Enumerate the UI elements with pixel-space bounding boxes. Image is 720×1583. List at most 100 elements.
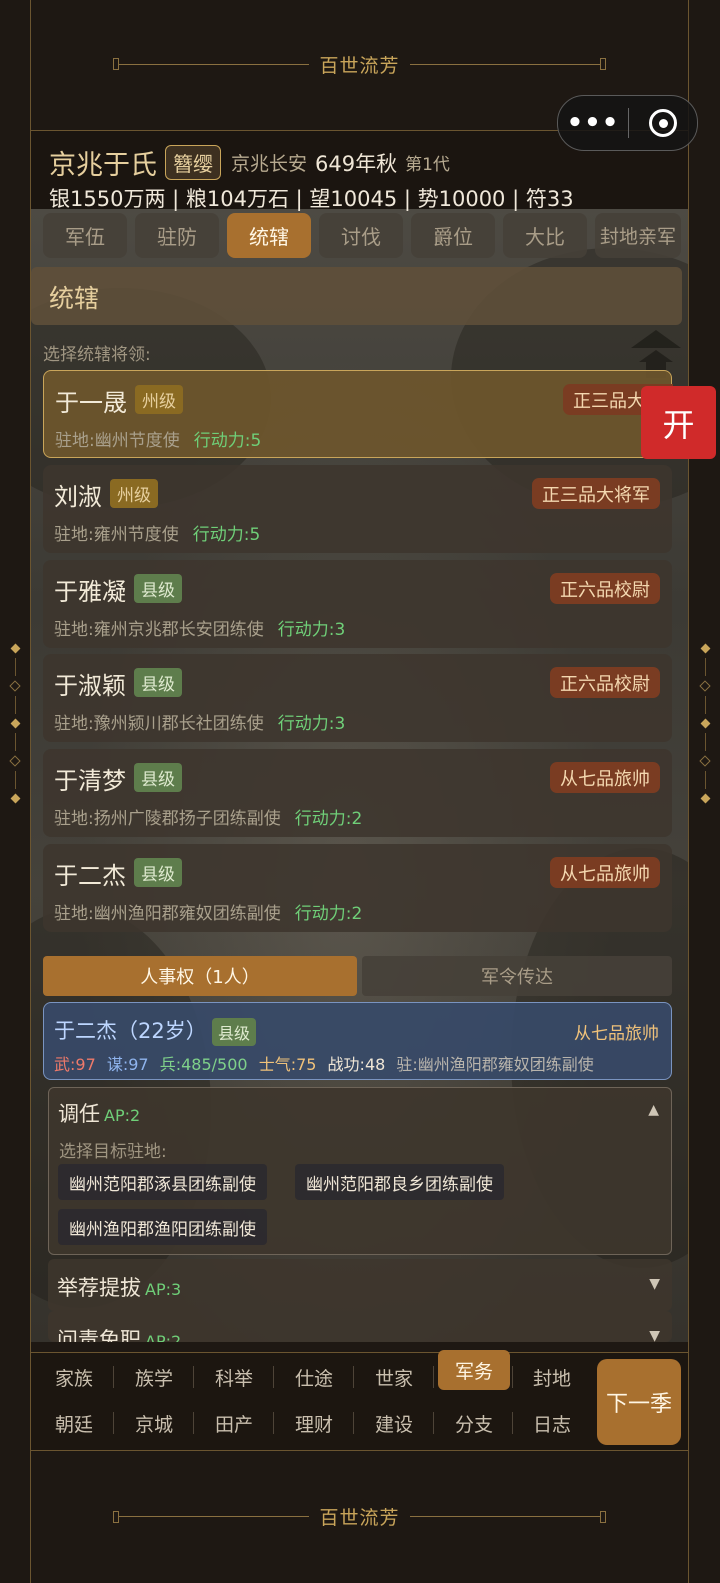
rank-tag: 正六品校尉 — [550, 667, 660, 698]
general-name: 于一晟 — [55, 389, 127, 417]
level-badge: 州级 — [135, 385, 183, 414]
stat-strategy: 谋:97 — [106, 1055, 149, 1074]
general-name: 刘淑 — [54, 483, 102, 511]
level-badge: 县级 — [134, 858, 182, 887]
general-ap: 行动力:3 — [277, 714, 346, 734]
rank-tag: 从七品旅帅 — [550, 762, 660, 793]
select-hint: 选择统辖将领: — [43, 345, 151, 365]
transfer-ap: AP:2 — [104, 1106, 141, 1125]
tab-nobility[interactable]: 爵位 — [411, 213, 495, 258]
banner-cap-icon — [599, 1510, 606, 1523]
banner-cap-icon — [599, 58, 606, 70]
tab-military-orders[interactable]: 军令传达 — [362, 956, 672, 996]
transfer-hint: 选择目标驻地: — [59, 1142, 167, 1162]
expand-arrow-icon[interactable]: ▼ — [649, 1276, 660, 1292]
bottom-nav: 家族 族学 科举 仕途 世家 军务 封地 朝廷 京城 田产 理财 建设 分支 日… — [31, 1350, 688, 1451]
general-ap: 行动力:3 — [277, 620, 346, 640]
general-card[interactable]: 于雅凝 县级 正六品校尉 驻地:雍州京兆郡长安团练使 行动力:3 — [43, 560, 672, 648]
level-badge: 县级 — [134, 763, 182, 792]
target-icon[interactable] — [629, 109, 697, 137]
recommend-title: 举荐提拔 — [57, 1276, 141, 1300]
rank-tag: 正三品大将军 — [532, 478, 660, 509]
banner-title: 百世流芳 — [319, 54, 400, 77]
nav-court[interactable]: 朝廷 — [34, 1403, 114, 1443]
frame-border-right — [688, 0, 689, 1583]
nav-military[interactable]: 军务 — [438, 1350, 510, 1390]
nav-estate[interactable]: 田产 — [194, 1403, 274, 1443]
nav-branches[interactable]: 分支 — [434, 1403, 514, 1443]
nav-finance[interactable]: 理财 — [274, 1403, 354, 1443]
nav-fief[interactable]: 封地 — [512, 1357, 592, 1397]
general-station: 驻地:雍州京兆郡长安团练使 — [54, 620, 264, 640]
tab-campaign[interactable]: 讨伐 — [319, 213, 403, 258]
tab-personnel[interactable]: 人事权（1人） — [43, 956, 357, 996]
general-card[interactable]: 刘淑 州级 正三品大将军 驻地:雍州节度使 行动力:5 — [43, 465, 672, 553]
stat-merit: 战功:48 — [327, 1055, 386, 1074]
military-tabs: 军伍 驻防 统辖 讨伐 爵位 大比 封地亲军 — [43, 213, 681, 258]
nav-career[interactable]: 仕途 — [274, 1357, 354, 1397]
level-badge: 县级 — [134, 668, 182, 697]
stat-morale: 士气:75 — [258, 1055, 317, 1074]
tab-fief-guard[interactable]: 封地亲军 — [595, 213, 681, 258]
nav-exam[interactable]: 科举 — [194, 1357, 274, 1397]
transfer-panel: 调任 AP:2 ▲ 选择目标驻地: 幽州范阳郡涿县团练副使 幽州范阳郡良乡团练副使… — [48, 1087, 672, 1255]
expand-arrow-icon[interactable]: ▼ — [649, 1328, 660, 1342]
officer-name: 于二杰（22岁） — [54, 1019, 207, 1043]
general-ap: 行动力:5 — [192, 525, 261, 545]
general-card[interactable]: 于一晟 州级 正三品大将 驻地:幽州节度使 行动力:5 — [43, 370, 673, 458]
general-name: 于雅凝 — [54, 578, 126, 606]
nav-family[interactable]: 家族 — [34, 1357, 114, 1397]
banner-title: 百世流芳 — [319, 1507, 400, 1529]
level-badge: 县级 — [134, 574, 182, 603]
tab-army[interactable]: 军伍 — [43, 213, 127, 258]
family-name: 京兆于氏 — [49, 150, 157, 181]
nav-log[interactable]: 日志 — [512, 1403, 592, 1443]
rank-tag: 从七品旅帅 — [550, 857, 660, 888]
family-location: 京兆长安 — [231, 153, 308, 175]
current-season: 649年秋 — [315, 151, 398, 176]
general-station: 驻地:幽州节度使 — [55, 431, 180, 451]
nav-school[interactable]: 族学 — [114, 1357, 194, 1397]
recommend-ap: AP:3 — [145, 1280, 182, 1299]
selected-officer-card[interactable]: 于二杰（22岁） 县级 从七品旅帅 武:97 谋:97 兵:485/500 士气… — [43, 1002, 672, 1080]
officer-stats: 武:97 谋:97 兵:485/500 士气:75 战功:48 驻:幽州渔阳郡雍… — [54, 1051, 594, 1075]
level-badge: 州级 — [110, 479, 158, 508]
stat-martial: 武:97 — [54, 1055, 96, 1074]
tab-garrison[interactable]: 驻防 — [135, 213, 219, 258]
tab-command[interactable]: 统辖 — [227, 213, 311, 258]
section-header: 统辖 — [31, 267, 682, 325]
collapse-arrow-icon[interactable]: ▲ — [648, 1102, 659, 1118]
general-ap: 行动力:2 — [294, 809, 363, 829]
bottom-banner: 百世流芳 — [31, 1450, 688, 1583]
stat-troops: 兵:485/500 — [159, 1055, 248, 1074]
rank-tag: 正六品校尉 — [550, 573, 660, 604]
side-ornament-right — [699, 643, 711, 804]
general-name: 于二杰 — [54, 862, 126, 890]
general-card[interactable]: 于淑颖 县级 正六品校尉 驻地:豫州颍川郡长社团练使 行动力:3 — [43, 654, 672, 742]
general-card[interactable]: 于二杰 县级 从七品旅帅 驻地:幽州渔阳郡雍奴团练副使 行动力:2 — [43, 844, 672, 932]
transfer-title[interactable]: 调任 — [58, 1102, 100, 1126]
general-station: 驻地:豫州颍川郡长社团练使 — [54, 714, 264, 734]
general-card[interactable]: 于清梦 县级 从七品旅帅 驻地:扬州广陵郡扬子团练副使 行动力:2 — [43, 749, 672, 837]
general-station: 驻地:扬州广陵郡扬子团练副使 — [54, 809, 281, 829]
stat-station: 驻:幽州渔阳郡雍奴团练副使 — [396, 1055, 594, 1074]
tab-contest[interactable]: 大比 — [503, 213, 587, 258]
nav-construction[interactable]: 建设 — [354, 1403, 434, 1443]
officer-rank: 从七品旅帅 — [574, 1024, 659, 1044]
nav-capital[interactable]: 京城 — [114, 1403, 194, 1443]
officer-level-badge: 县级 — [212, 1018, 257, 1046]
generation-label: 第1代 — [405, 155, 450, 175]
transfer-option[interactable]: 幽州范阳郡良乡团练副使 — [295, 1164, 504, 1200]
dismiss-panel[interactable]: 问责免职 AP:2 ▼ — [48, 1311, 672, 1342]
dismiss-title: 问责免职 — [57, 1328, 141, 1342]
general-name: 于清梦 — [54, 767, 126, 795]
open-float-button[interactable]: 开 — [641, 386, 716, 459]
transfer-option[interactable]: 幽州渔阳郡渔阳团练副使 — [58, 1209, 267, 1245]
next-season-button[interactable]: 下一季 — [597, 1359, 681, 1445]
dismiss-ap: AP:2 — [145, 1332, 182, 1342]
nav-clans[interactable]: 世家 — [354, 1357, 434, 1397]
transfer-option[interactable]: 幽州范阳郡涿县团练副使 — [58, 1164, 267, 1200]
recommend-panel[interactable]: 举荐提拔 AP:3 ▼ — [48, 1259, 672, 1311]
general-station: 驻地:雍州节度使 — [54, 525, 179, 545]
more-menu-icon[interactable]: ••• — [558, 110, 628, 136]
